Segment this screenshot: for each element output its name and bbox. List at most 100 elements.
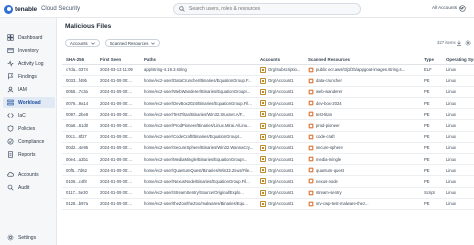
table-row[interactable]: 0033...f49b 2024-01-09 00:... home/ec2-use… bbox=[62, 75, 474, 87]
resource-name[interactable]: stream-sentry bbox=[316, 190, 342, 195]
resource-name[interactable]: secure-sphere bbox=[316, 145, 343, 150]
account-name[interactable]: Org/Account1 bbox=[268, 123, 294, 128]
cell-account[interactable]: Org/Account1 bbox=[256, 164, 304, 177]
sidebar-item-iac[interactable]: IaC bbox=[3, 110, 55, 121]
account-name[interactable]: Org/Account1 bbox=[268, 190, 294, 195]
global-search[interactable] bbox=[173, 3, 361, 15]
cell-scanned-resource[interactable]: media-mingle bbox=[304, 153, 420, 166]
column-header-first-seen[interactable]: First Seen bbox=[96, 55, 140, 65]
sidebar-item-accounts[interactable]: Accounts bbox=[3, 169, 55, 180]
cell-sha256[interactable]: 00f5...7d62 bbox=[62, 164, 96, 177]
column-header-scanned-resources[interactable]: Scanned Resources bbox=[304, 55, 420, 65]
cell-scanned-resource[interactable]: stream-sentry bbox=[304, 187, 420, 199]
account-name[interactable]: Org/Account1 bbox=[268, 179, 294, 184]
cell-sha256[interactable]: 0106...c4f8 bbox=[62, 175, 96, 188]
resource-name[interactable]: srv-cwp-test-malware-thez... bbox=[316, 201, 369, 206]
cell-account[interactable]: Org/Account1 bbox=[256, 131, 304, 143]
cell-account[interactable]: Org/Account1 bbox=[256, 198, 304, 210]
sidebar-item-compliance[interactable]: Compliance bbox=[3, 136, 55, 147]
account-name[interactable]: Org/Account1 bbox=[268, 168, 294, 173]
sidebar-item-audit[interactable]: Audit bbox=[3, 182, 55, 193]
table-row[interactable]: 0117...5e30 2024-01-09 00:... home/ec2-use… bbox=[62, 187, 474, 199]
account-name[interactable]: Org/Account1 bbox=[268, 78, 294, 83]
table-row[interactable]: c7da...0374 2024-03-13 11:09 app/string-4.… bbox=[62, 64, 474, 76]
table-row[interactable]: 0097...2be8 2024-01-09 00:... home/ec2-use… bbox=[62, 108, 474, 121]
cell-sha256[interactable]: c7da...0374 bbox=[62, 64, 96, 76]
table-row[interactable]: 00e4...a3b1 2024-01-09 00:... home/ec2-use… bbox=[62, 153, 474, 166]
account-name[interactable]: Org/Account1 bbox=[268, 134, 294, 139]
account-name[interactable]: Org/Account1 bbox=[268, 145, 294, 150]
cell-scanned-resource[interactable]: code-craft bbox=[304, 131, 420, 143]
cell-sha256[interactable]: 00d2...4e95 bbox=[62, 142, 96, 155]
columns-settings-icon[interactable] bbox=[465, 40, 471, 46]
column-header-accounts[interactable]: Accounts bbox=[256, 55, 304, 65]
column-header-paths[interactable]: Paths bbox=[140, 55, 256, 65]
account-name[interactable]: Org/Account1 bbox=[268, 112, 294, 117]
cell-account[interactable]: Org/Account1 bbox=[256, 187, 304, 199]
cell-account[interactable]: Org/Account1 bbox=[256, 97, 304, 110]
cell-sha256[interactable]: 0055...7c3a bbox=[62, 86, 96, 99]
cell-scanned-resource[interactable]: dev-box-2024 bbox=[304, 97, 420, 110]
cell-account[interactable]: Org/Account1 bbox=[256, 153, 304, 166]
sidebar-item-reports[interactable]: Reports bbox=[3, 149, 55, 160]
table-row[interactable]: 0076...9a14 2024-01-09 00:... home/ec2-use… bbox=[62, 97, 474, 110]
resource-name[interactable]: web-wanderer bbox=[316, 89, 343, 94]
resource-name[interactable]: code-craft bbox=[316, 134, 335, 139]
cell-sha256[interactable]: 0076...9a14 bbox=[62, 97, 96, 110]
cell-scanned-resource[interactable]: nexus-node bbox=[304, 175, 420, 188]
cell-scanned-resource[interactable]: data-cruncher bbox=[304, 75, 420, 87]
account-name[interactable]: Org/Account1 bbox=[268, 89, 294, 94]
sidebar-item-iam[interactable]: IAM bbox=[3, 84, 55, 95]
cell-sha256[interactable]: 0128...b97a bbox=[62, 198, 96, 210]
cell-account[interactable]: Org/Account1 bbox=[256, 142, 304, 155]
brand-logo[interactable]: tenable Cloud Security bbox=[4, 4, 80, 14]
cell-account[interactable]: Org/Subscriptio... bbox=[256, 64, 304, 76]
account-name[interactable]: Org/Subscriptio... bbox=[268, 67, 300, 72]
cell-scanned-resource[interactable]: secure-sphere bbox=[304, 142, 420, 155]
filter-accounts[interactable]: Accounts bbox=[65, 39, 100, 47]
cell-account[interactable]: Org/Account1 bbox=[256, 75, 304, 87]
account-name[interactable]: Org/Account1 bbox=[268, 101, 294, 106]
resource-name[interactable]: test-titan bbox=[316, 112, 332, 117]
sidebar-item-activity-log[interactable]: Activity Log bbox=[3, 58, 55, 69]
resource-name[interactable]: quantum-quest bbox=[316, 168, 344, 173]
cell-sha256[interactable]: 0097...2be8 bbox=[62, 108, 96, 121]
column-header-type[interactable]: Type bbox=[420, 55, 442, 65]
account-name[interactable]: Org/Account1 bbox=[268, 157, 294, 162]
resource-name[interactable]: dev-box-2024 bbox=[316, 101, 342, 106]
cell-sha256[interactable]: 00a6...61d0 bbox=[62, 119, 96, 132]
download-icon[interactable] bbox=[456, 40, 462, 46]
sidebar-item-dashboard[interactable]: Dashboard bbox=[3, 32, 55, 43]
table-row[interactable]: 0128...b97a 2024-01-09 00:... home/ec2-use… bbox=[62, 198, 474, 210]
account-name[interactable]: Org/Account1 bbox=[268, 201, 294, 206]
cell-sha256[interactable]: 00e4...a3b1 bbox=[62, 153, 96, 166]
resource-name[interactable]: nexus-node bbox=[316, 179, 338, 184]
sidebar-item-inventory[interactable]: Inventory bbox=[3, 45, 55, 56]
column-header-sha256[interactable]: SHA-256 bbox=[62, 55, 96, 65]
search-input[interactable] bbox=[189, 6, 359, 12]
cell-scanned-resource[interactable]: public ecr.aws/t3j1fzb/appgoat-images.st… bbox=[304, 64, 420, 76]
cell-scanned-resource[interactable]: quantum-quest bbox=[304, 164, 420, 177]
cell-scanned-resource[interactable]: test-titan bbox=[304, 108, 420, 121]
resource-name[interactable]: media-mingle bbox=[316, 157, 341, 162]
filter-scanned-resources[interactable]: Scanned Resources bbox=[104, 39, 161, 47]
table-row[interactable]: 0106...c4f8 2024-01-09 00:... home/ec2-use… bbox=[62, 175, 474, 188]
table-row[interactable]: 00f5...7d62 2024-01-09 00:... home/ec2-use… bbox=[62, 164, 474, 177]
resource-name[interactable]: data-cruncher bbox=[316, 78, 342, 83]
cell-account[interactable]: Org/Account1 bbox=[256, 108, 304, 121]
cell-sha256[interactable]: 0117...5e30 bbox=[62, 187, 96, 199]
table-row[interactable]: 00d2...4e95 2024-01-09 00:... home/ec2-use… bbox=[62, 142, 474, 155]
sidebar-item-workload[interactable]: Workload bbox=[3, 97, 55, 108]
cell-account[interactable]: Org/Account1 bbox=[256, 86, 304, 99]
cell-sha256[interactable]: 0033...f49b bbox=[62, 75, 96, 87]
cell-sha256[interactable]: 00c1...8f27 bbox=[62, 131, 96, 143]
cell-account[interactable]: Org/Account1 bbox=[256, 119, 304, 132]
cell-account[interactable]: Org/Account1 bbox=[256, 175, 304, 188]
resource-name[interactable]: prod-pioneer bbox=[316, 123, 340, 128]
cell-scanned-resource[interactable]: web-wanderer bbox=[304, 86, 420, 99]
resource-name[interactable]: public ecr.aws/t3j1fzb/appgoat-images.st… bbox=[316, 67, 405, 72]
sidebar-item-settings[interactable]: Settings bbox=[3, 232, 55, 243]
table-row[interactable]: 00a6...61d0 2024-01-09 00:... home/ec2-use… bbox=[62, 119, 474, 132]
column-header-operating-system[interactable]: Operating Syst bbox=[442, 55, 474, 65]
cell-scanned-resource[interactable]: prod-pioneer bbox=[304, 119, 420, 132]
